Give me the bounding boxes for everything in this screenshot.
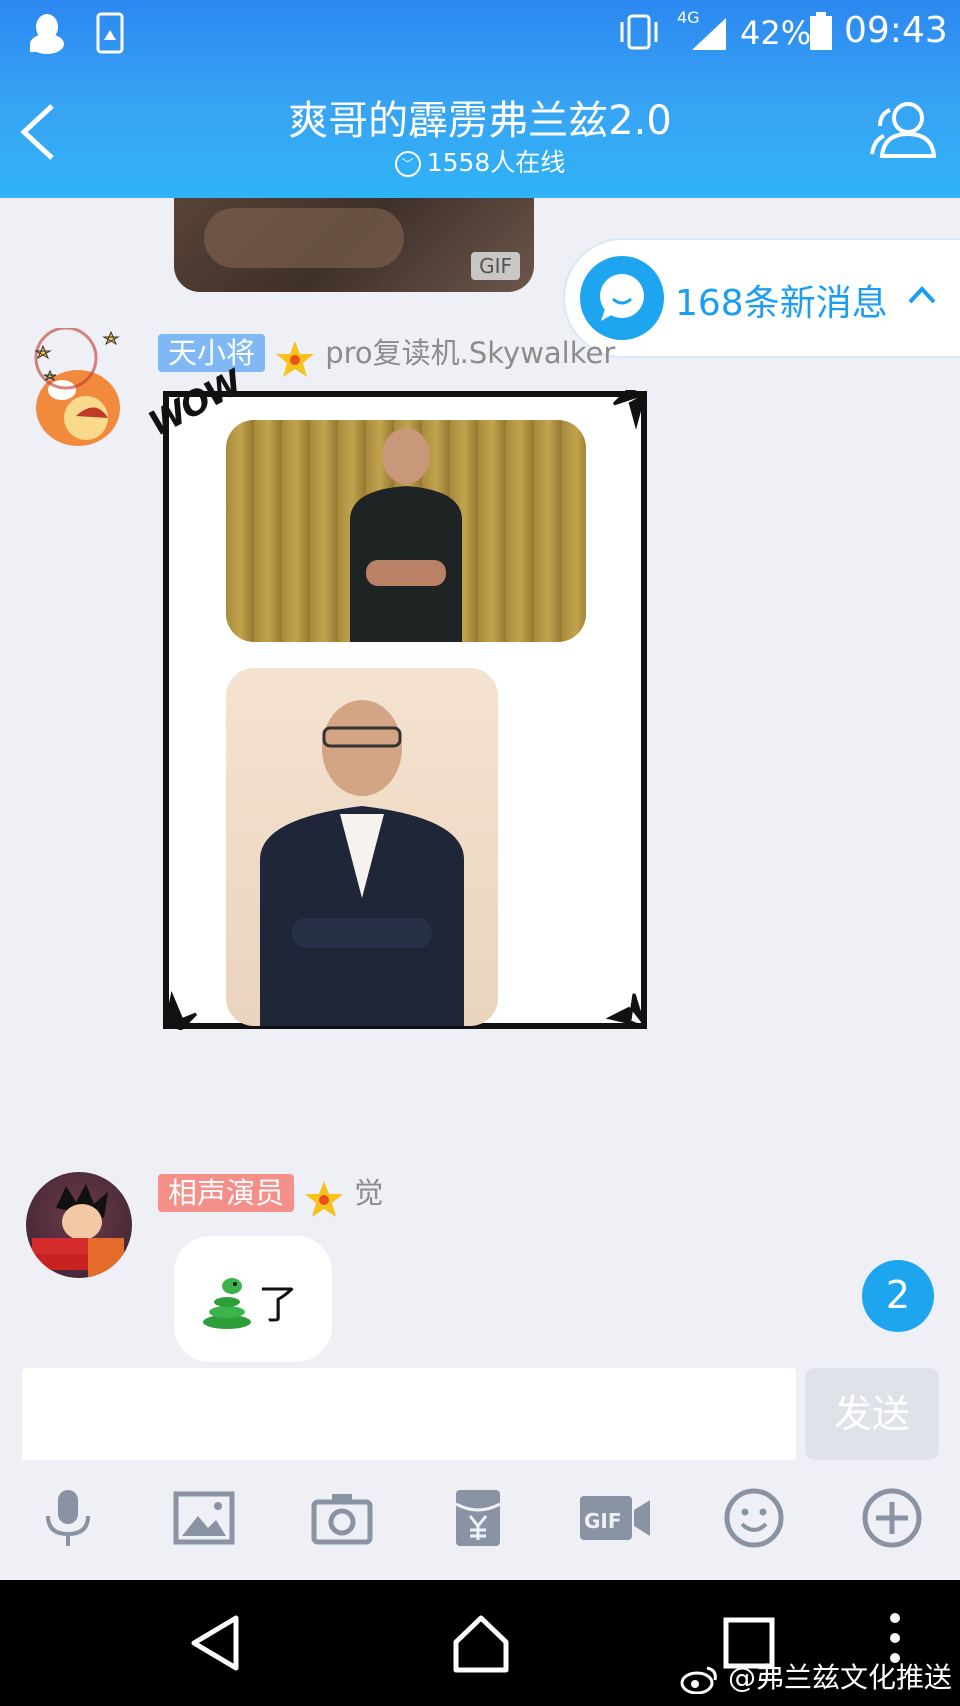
- comic-frame-sticker[interactable]: WOW: [142, 363, 648, 1030]
- online-count: ﹀ 1558人在线: [0, 143, 960, 179]
- top-bar: 4G 42% 09:43 爽哥的霹雳弗兰兹2.0 ﹀ 1558人在线: [0, 0, 960, 198]
- message-text: 了: [258, 1282, 298, 1328]
- screenshot-notification-icon: [96, 12, 124, 54]
- gif-message-image[interactable]: GIF: [174, 198, 534, 292]
- back-nav-icon[interactable]: [180, 1608, 250, 1678]
- signal-icon: [692, 18, 726, 50]
- sender-name-2: 觉: [354, 1176, 384, 1210]
- goku-avatar-icon: [32, 1184, 124, 1278]
- charmander-avatar-icon: [34, 326, 120, 446]
- dropdown-icon: ﹀: [394, 151, 421, 177]
- plus-icon[interactable]: [860, 1486, 924, 1550]
- chat-bubble-icon: [580, 256, 664, 340]
- image-icon[interactable]: [172, 1486, 236, 1550]
- svg-text:GIF: GIF: [584, 1509, 622, 1533]
- star-icon: [305, 1180, 344, 1217]
- new-messages-text: 168条新消息: [675, 283, 888, 324]
- message-bubble[interactable]: 了: [174, 1236, 332, 1362]
- image-content: [204, 208, 404, 268]
- sender-avatar[interactable]: [16, 326, 142, 454]
- weibo-icon: [680, 1666, 717, 1695]
- sender-avatar-2[interactable]: [26, 1172, 132, 1278]
- message-input[interactable]: [22, 1368, 796, 1462]
- watermark: @弗兰兹文化推送: [679, 1656, 952, 1696]
- input-bar: 发送: [0, 1368, 960, 1462]
- sender-line-2: 相声演员 觉: [158, 1170, 383, 1219]
- status-bar: 4G 42% 09:43: [0, 0, 960, 66]
- sender-title-tag: 天小将: [158, 334, 266, 372]
- photo-man-black-tshirt[interactable]: [226, 420, 586, 642]
- vibrate-icon: [620, 14, 658, 50]
- input-toolbar: GIF: [0, 1460, 960, 1580]
- qq-icon: [30, 14, 64, 54]
- snake-emoji-icon: [203, 1278, 251, 1329]
- battery-icon: [810, 12, 832, 50]
- microphone-icon[interactable]: [36, 1486, 100, 1550]
- chat-area[interactable]: GIF 168条新消息 天小将 pro复读机.Skywalker WOW 相声演…: [0, 198, 960, 1368]
- group-members-button[interactable]: [868, 98, 938, 162]
- person-figure: [350, 428, 462, 642]
- camera-icon[interactable]: [310, 1486, 374, 1550]
- sender-title-tag-2: 相声演员: [158, 1174, 295, 1212]
- navigation-bar: @弗兰兹文化推送: [0, 1580, 960, 1706]
- photo-man-suit[interactable]: [226, 668, 498, 1026]
- chevron-up-icon: [908, 286, 936, 304]
- gif-badge: GIF: [471, 252, 520, 280]
- emoji-icon[interactable]: [722, 1486, 786, 1550]
- new-messages-pill[interactable]: 168条新消息: [565, 240, 960, 356]
- watermark-text: @弗兰兹文化推送: [727, 1661, 952, 1694]
- sender-name: pro复读机.Skywalker: [325, 336, 616, 370]
- online-count-text: 1558人在线: [426, 148, 566, 177]
- gif-video-icon[interactable]: GIF: [578, 1486, 652, 1550]
- person-figure: [260, 700, 464, 1026]
- star-icon: [276, 340, 315, 377]
- home-nav-icon[interactable]: [446, 1608, 516, 1678]
- chat-title: 爽哥的霹雳弗兰兹2.0: [288, 98, 672, 144]
- send-button[interactable]: 发送: [805, 1368, 939, 1460]
- battery-percent: 42%: [740, 14, 812, 52]
- unread-badge[interactable]: 2: [862, 1260, 934, 1332]
- red-packet-icon[interactable]: [446, 1486, 510, 1550]
- clock: 09:43: [844, 10, 948, 51]
